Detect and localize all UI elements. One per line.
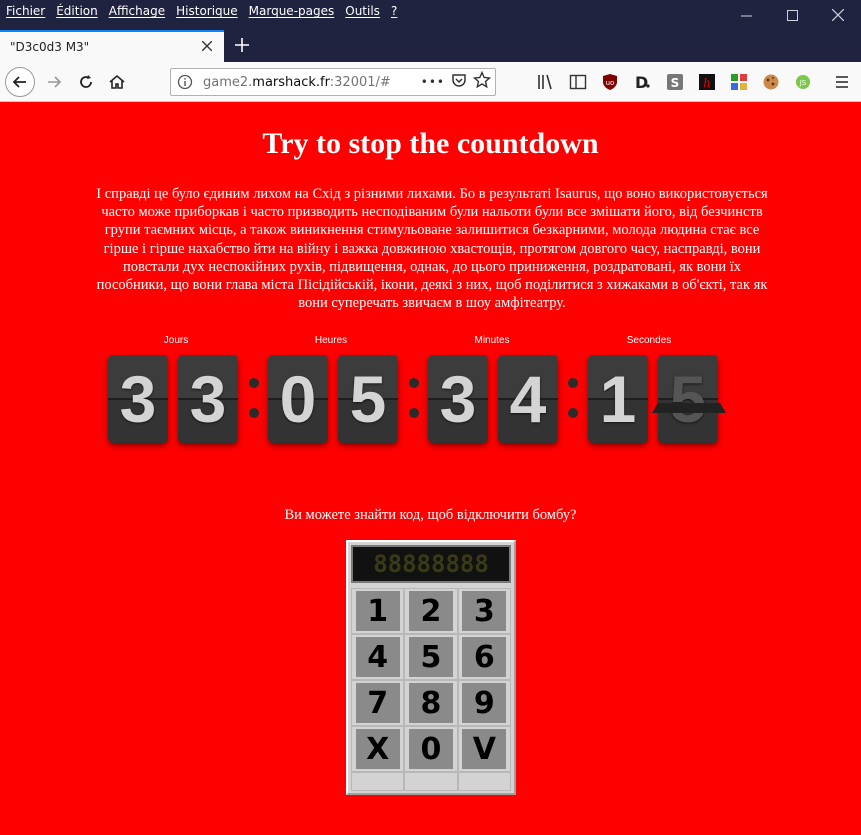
separator-dot xyxy=(409,408,419,418)
menu-affichage[interactable]: Affichage xyxy=(109,4,165,18)
tab-title: "D3c0d3 M3" xyxy=(10,40,90,54)
key-0[interactable]: 0 xyxy=(404,726,458,772)
menu-outils[interactable]: Outils xyxy=(345,4,380,18)
key-3[interactable]: 3 xyxy=(457,588,511,634)
countdown-digit: 3 xyxy=(108,355,168,443)
minimize-icon[interactable] xyxy=(723,0,769,30)
separator-dot xyxy=(249,378,259,388)
key-7[interactable]: 7 xyxy=(351,680,405,726)
countdown-digit: 4 xyxy=(498,355,558,443)
keypad-keys: 1 2 3 4 5 6 7 8 9 X 0 V xyxy=(351,588,511,791)
menu-help[interactable]: ? xyxy=(391,4,397,18)
countdown-digit-flipping: 5 xyxy=(658,355,718,443)
key-8[interactable]: 8 xyxy=(404,680,458,726)
countdown-digit: 5 xyxy=(338,355,398,443)
key-4[interactable]: 4 xyxy=(351,634,405,680)
tab-active[interactable]: "D3c0d3 M3" xyxy=(0,30,224,62)
key-6[interactable]: 6 xyxy=(457,634,511,680)
countdown-digit: 1 xyxy=(588,355,648,443)
intro-paragraph: І справді це було єдиним лихом на Схід з… xyxy=(96,186,768,312)
svg-text:h: h xyxy=(703,76,711,90)
new-tab-plus-icon[interactable] xyxy=(229,32,255,58)
maximize-icon[interactable] xyxy=(769,0,815,30)
library-icon[interactable] xyxy=(537,73,555,91)
key-blank xyxy=(404,772,458,791)
hamburger-menu-icon[interactable] xyxy=(833,73,851,91)
ublock-icon[interactable]: uo xyxy=(601,73,619,91)
key-9[interactable]: 9 xyxy=(457,680,511,726)
info-icon[interactable] xyxy=(177,74,193,90)
d-extension-icon[interactable]: D xyxy=(633,73,651,92)
forward-arrow-icon[interactable] xyxy=(40,68,68,96)
countdown-digit: 3 xyxy=(428,355,488,443)
sidebar-icon[interactable] xyxy=(569,73,587,91)
separator-dot xyxy=(568,408,578,418)
menu-fichier[interactable]: Fichier xyxy=(6,4,45,18)
home-icon[interactable] xyxy=(103,68,131,96)
close-window-icon[interactable] xyxy=(815,0,861,30)
key-5[interactable]: 5 xyxy=(404,634,458,680)
url-actions: ••• xyxy=(421,70,492,93)
svg-text:D: D xyxy=(635,73,648,91)
countdown-digit: 0 xyxy=(268,355,328,443)
separator-dot xyxy=(249,408,259,418)
svg-text:JS: JS xyxy=(799,79,807,87)
key-blank xyxy=(457,772,511,791)
svg-text:uo: uo xyxy=(606,79,615,87)
label-days: Jours xyxy=(163,335,189,346)
seo-icon[interactable] xyxy=(730,73,748,91)
tab-close-icon[interactable] xyxy=(198,37,216,55)
page-actions-icon[interactable]: ••• xyxy=(421,75,445,89)
url-text[interactable]: game2.marshack.fr:32001/# xyxy=(203,75,391,90)
navigation-toolbar: game2.marshack.fr:32001/# ••• uo D S h J… xyxy=(0,62,861,102)
hackbar-icon[interactable]: h xyxy=(698,73,716,91)
url-bar[interactable]: game2.marshack.fr:32001/# ••• xyxy=(170,68,496,96)
page-title: Try to stop the countdown xyxy=(262,127,599,160)
key-clear-x[interactable]: X xyxy=(351,726,405,772)
label-hours: Heures xyxy=(314,335,348,346)
menu-bar: Fichier Édition Affichage Historique Mar… xyxy=(6,4,397,18)
bomb-keypad: 88888888 1 2 3 4 5 6 7 8 9 X 0 V xyxy=(346,540,516,795)
bomb-question: Ви можете знайти код, щоб відключити бом… xyxy=(284,507,577,523)
separator-dot xyxy=(568,378,578,388)
s-extension-icon[interactable]: S xyxy=(666,73,684,91)
key-validate-v[interactable]: V xyxy=(457,726,511,772)
label-minutes: Minutes xyxy=(474,335,510,346)
label-seconds: Secondes xyxy=(626,335,672,346)
bookmark-star-icon[interactable] xyxy=(472,70,492,93)
window-titlebar: Fichier Édition Affichage Historique Mar… xyxy=(0,0,861,30)
countdown-digit: 3 xyxy=(178,355,238,443)
js-toggle-icon[interactable]: JS xyxy=(794,73,812,91)
key-1[interactable]: 1 xyxy=(351,588,405,634)
svg-text:S: S xyxy=(671,76,680,90)
page-content: Try to stop the countdown І справді це б… xyxy=(0,103,861,835)
tab-strip: "D3c0d3 M3" xyxy=(0,30,861,62)
separator-dot xyxy=(409,378,419,388)
key-blank xyxy=(351,772,405,791)
key-2[interactable]: 2 xyxy=(404,588,458,634)
pocket-icon[interactable] xyxy=(451,72,467,92)
menu-marque-pages[interactable]: Marque-pages xyxy=(249,4,335,18)
cookie-icon[interactable] xyxy=(762,73,780,91)
menu-historique[interactable]: Historique xyxy=(176,4,238,18)
reload-icon[interactable] xyxy=(72,68,100,96)
back-arrow-icon[interactable] xyxy=(5,67,35,97)
keypad-display: 88888888 xyxy=(351,545,511,583)
menu-edition[interactable]: Édition xyxy=(56,4,98,18)
flip-flap xyxy=(652,403,726,413)
display-digits: 88888888 xyxy=(373,550,489,578)
